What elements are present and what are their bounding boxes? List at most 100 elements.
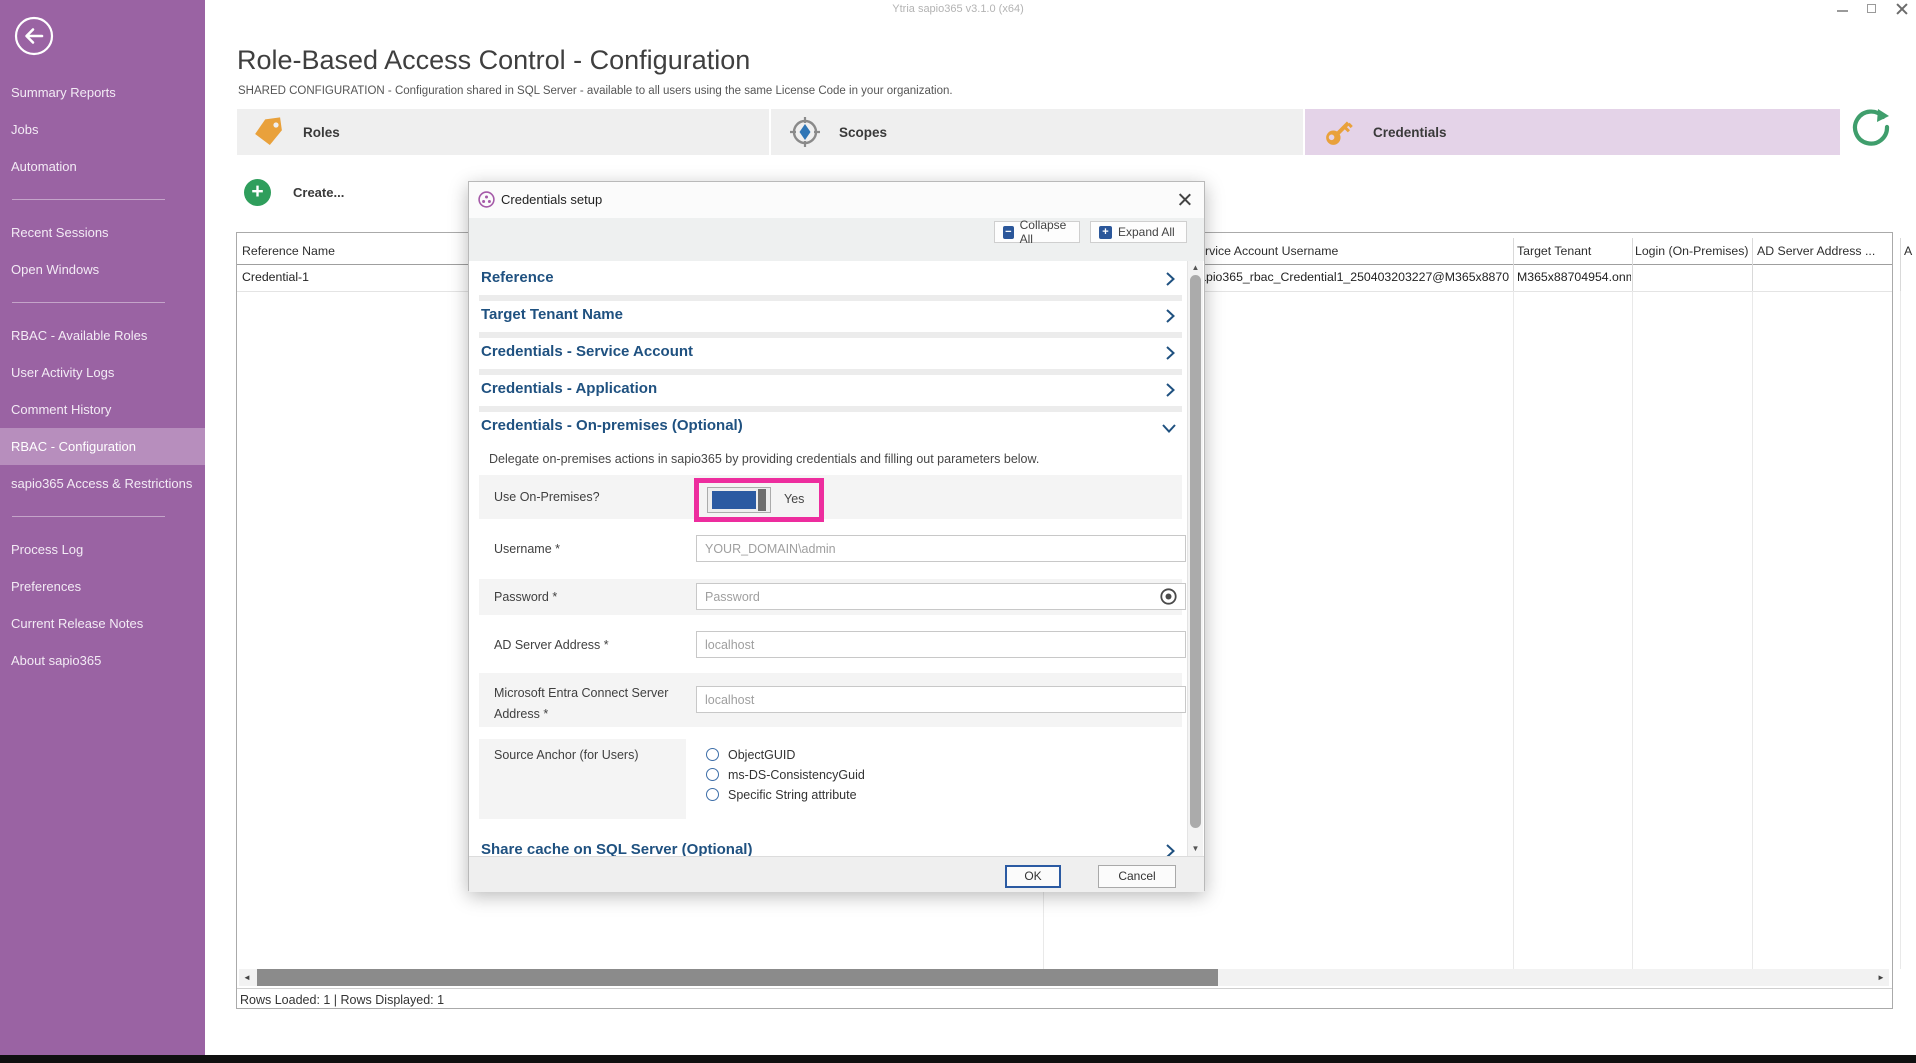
scroll-up-arrow[interactable]: ▲ (1188, 262, 1203, 274)
show-password-eye-icon[interactable] (1159, 588, 1178, 605)
dialog-scrollbar[interactable]: ▲ ▼ (1187, 261, 1203, 856)
sidebar: Summary Reports Jobs Automation Recent S… (0, 0, 205, 1055)
chevron-right-icon (1164, 346, 1176, 360)
column-separator (1513, 291, 1514, 969)
sidebar-item-rbac-available-roles[interactable]: RBAC - Available Roles (0, 317, 205, 354)
sidebar-item-process-log[interactable]: Process Log (0, 531, 205, 568)
sidebar-item-open-windows[interactable]: Open Windows (0, 251, 205, 288)
collapse-icon: − (1003, 226, 1014, 239)
column-header-target-tenant[interactable]: Target Tenant (1517, 244, 1591, 258)
username-row: Username * (479, 531, 1182, 567)
ad-server-address-input[interactable] (696, 631, 1186, 658)
tab-credentials-label: Credentials (1373, 125, 1447, 140)
close-button[interactable] (1889, 0, 1915, 18)
hscroll-thumb[interactable] (257, 969, 1218, 986)
ok-button[interactable]: OK (1005, 865, 1061, 888)
radio-icon[interactable] (706, 768, 719, 781)
minimize-icon (1837, 10, 1848, 12)
section-credentials-on-premises[interactable]: Credentials - On-premises (Optional) (479, 412, 1182, 443)
section-share-cache[interactable]: Share cache on SQL Server (Optional) (479, 835, 1182, 856)
tab-scopes-label: Scopes (839, 125, 887, 140)
section-reference[interactable]: Reference (479, 264, 1182, 295)
minimize-button[interactable] (1830, 0, 1856, 18)
password-row: Password * (479, 579, 1182, 615)
sidebar-divider (12, 199, 165, 200)
column-header-next[interactable]: A (1904, 244, 1912, 258)
section-share-cache-label: Share cache on SQL Server (Optional) (481, 841, 752, 856)
ytria-logo-icon (478, 191, 495, 208)
section-on-premises-label: Credentials - On-premises (Optional) (481, 417, 743, 434)
sidebar-item-jobs[interactable]: Jobs (0, 111, 205, 148)
tab-roles-label: Roles (303, 125, 340, 140)
chevron-down-icon (1162, 422, 1176, 434)
refresh-button[interactable] (1847, 103, 1895, 151)
cancel-button[interactable]: Cancel (1098, 865, 1176, 888)
radio-label: ObjectGUID (728, 748, 795, 762)
use-on-premises-row: Use On-Premises? Yes (479, 475, 1182, 519)
sidebar-item-preferences[interactable]: Preferences (0, 568, 205, 605)
sidebar-item-rbac-configuration[interactable]: RBAC - Configuration (0, 428, 205, 465)
section-credentials-service-account[interactable]: Credentials - Service Account (479, 338, 1182, 369)
cell-service-account-username[interactable]: sapio365_rbac_Credential1_250403203227@M… (1193, 270, 1511, 284)
scroll-thumb[interactable] (1190, 275, 1201, 828)
sidebar-item-comment-history[interactable]: Comment History (0, 391, 205, 428)
hscroll-right-arrow[interactable]: ► (1873, 969, 1889, 986)
plus-icon: + (244, 179, 271, 206)
dialog-close-button[interactable] (1176, 190, 1194, 208)
radio-icon[interactable] (706, 748, 719, 761)
source-anchor-row: Source Anchor (for Users) ObjectGUID ms-… (479, 739, 1182, 819)
ad-server-address-label: AD Server Address * (494, 638, 609, 652)
section-credentials-application[interactable]: Credentials - Application (479, 375, 1182, 406)
column-header-service-account-username[interactable]: Service Account Username (1190, 244, 1338, 258)
expand-all-button[interactable]: + Expand All (1090, 221, 1187, 243)
source-anchor-label-cell: Source Anchor (for Users) (479, 739, 686, 819)
create-button[interactable]: + Create... (244, 179, 344, 206)
cell-target-tenant[interactable]: M365x88704954.onm (1517, 270, 1631, 284)
hscroll-left-arrow[interactable]: ◄ (239, 969, 255, 986)
sidebar-item-summary-reports[interactable]: Summary Reports (0, 74, 205, 111)
collapse-all-button[interactable]: − Collapse All (994, 221, 1080, 243)
row-count-status: Rows Loaded: 1 | Rows Displayed: 1 (240, 993, 444, 1007)
sidebar-divider (12, 516, 165, 517)
radio-icon[interactable] (706, 788, 719, 801)
section-reference-label: Reference (481, 269, 554, 286)
scroll-down-arrow[interactable]: ▼ (1188, 843, 1203, 855)
on-premises-description: Delegate on-premises actions in sapio365… (489, 452, 1039, 466)
sidebar-item-user-activity-logs[interactable]: User Activity Logs (0, 354, 205, 391)
radio-option-objectguid[interactable]: ObjectGUID (706, 748, 795, 762)
entra-connect-input[interactable] (696, 686, 1186, 713)
column-header-login-on-premises[interactable]: Login (On-Premises) (1635, 244, 1748, 258)
sidebar-item-sapio365-access[interactable]: sapio365 Access & Restrictions (0, 465, 205, 502)
radio-option-ms-ds-consistencyguid[interactable]: ms-DS-ConsistencyGuid (706, 768, 865, 782)
tab-roles[interactable]: Roles (237, 109, 769, 155)
sidebar-divider (12, 302, 165, 303)
section-target-tenant-name[interactable]: Target Tenant Name (479, 301, 1182, 332)
dialog-toolbar: − Collapse All + Expand All (469, 218, 1204, 261)
sidebar-item-automation[interactable]: Automation (0, 148, 205, 185)
username-input[interactable] (696, 535, 1186, 562)
back-button[interactable] (13, 15, 55, 57)
tab-scopes[interactable]: Scopes (771, 109, 1303, 155)
password-input[interactable] (696, 583, 1186, 610)
chevron-right-icon (1164, 844, 1176, 856)
sidebar-item-current-release-notes[interactable]: Current Release Notes (0, 605, 205, 642)
back-arrow-icon (13, 15, 55, 57)
sidebar-item-recent-sessions[interactable]: Recent Sessions (0, 214, 205, 251)
column-separator (1513, 238, 1514, 291)
sidebar-item-about-sapio365[interactable]: About sapio365 (0, 642, 205, 679)
column-header-ad-server-address[interactable]: AD Server Address ... (1757, 244, 1875, 258)
tab-credentials[interactable]: Credentials (1305, 109, 1840, 155)
password-label: Password * (494, 590, 557, 604)
page-subtitle: SHARED CONFIGURATION - Configuration sha… (238, 85, 953, 97)
refresh-icon (1847, 103, 1895, 151)
column-separator (1900, 291, 1901, 969)
column-separator (1900, 238, 1901, 291)
radio-option-specific-string[interactable]: Specific String attribute (706, 788, 857, 802)
dialog-footer: OK Cancel (469, 856, 1204, 892)
section-service-account-label: Credentials - Service Account (481, 343, 693, 360)
ad-server-address-row: AD Server Address * (479, 627, 1182, 663)
column-header-reference-name[interactable]: Reference Name (242, 244, 335, 258)
maximize-button[interactable] (1859, 0, 1885, 18)
entra-connect-row: Microsoft Entra Connect Server Address * (479, 673, 1182, 727)
maximize-icon (1867, 4, 1876, 13)
